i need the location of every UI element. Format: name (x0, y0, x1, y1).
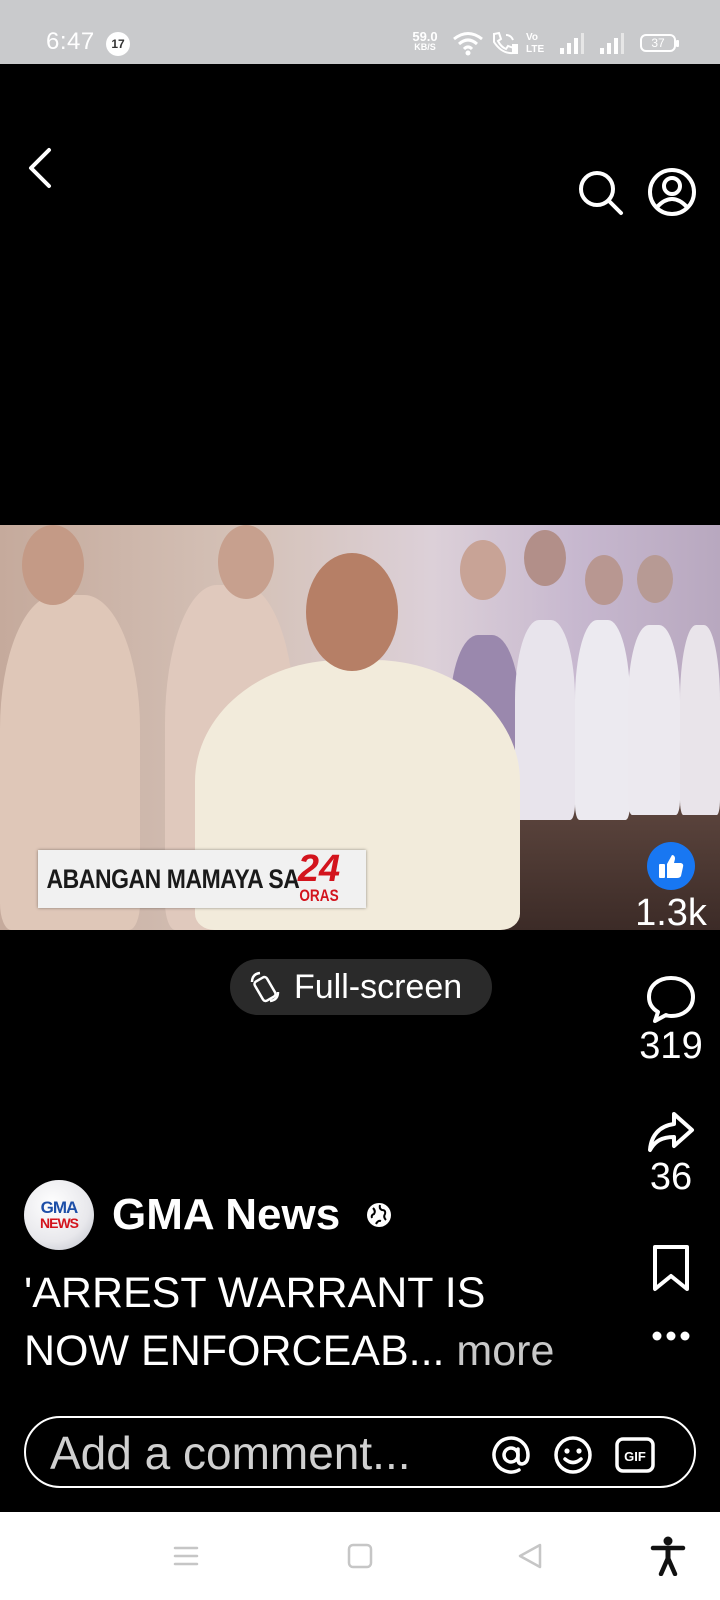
svg-text:LTE: LTE (526, 44, 544, 55)
comment-input[interactable] (50, 1426, 480, 1480)
wifi-calling-icon (493, 31, 518, 55)
home-button[interactable] (346, 1542, 374, 1570)
video-lower-third: ABANGAN MAMAYA SA 24 ORAS (38, 850, 366, 908)
24-oras-logo: 24 ORAS (294, 850, 344, 908)
profile-button[interactable] (646, 166, 698, 218)
caption-more-link[interactable]: more (456, 1327, 554, 1375)
video-player[interactable]: ABANGAN MAMAYA SA 24 ORAS (0, 525, 720, 930)
caption-text: 'ARREST WARRANT IS NOW ENFORCEAB... (24, 1269, 486, 1375)
avatar-line2: NEWS (40, 1215, 79, 1231)
more-icon (652, 1331, 690, 1341)
wifi-icon (453, 32, 483, 56)
author-row[interactable]: GMA NEWS GMA News (24, 1180, 392, 1250)
status-bar: 6:47 17 59.0 KB/S Vo LTE 37 (0, 0, 720, 64)
like-count: 1.3k (635, 892, 707, 934)
signal-icon (600, 33, 624, 54)
bookmark-icon (653, 1245, 689, 1291)
svg-text:Vo: Vo (526, 32, 538, 43)
signal-icon (560, 33, 584, 54)
like-button[interactable]: 1.3k (630, 842, 712, 935)
notification-badge: 17 (106, 32, 130, 56)
svg-text:GIF: GIF (624, 1449, 646, 1464)
mention-icon (492, 1436, 530, 1474)
status-time: 6:47 (46, 28, 95, 55)
back-icon (518, 1543, 542, 1569)
comment-button[interactable]: 319 (630, 975, 712, 1068)
profile-icon (648, 168, 696, 216)
network-speed: 59.0 KB/S (406, 30, 444, 52)
avatar-line1: GMA (40, 1198, 79, 1217)
comment-icon (647, 976, 695, 1023)
post-caption[interactable]: 'ARREST WARRANT IS NOW ENFORCEAB... more (24, 1264, 584, 1380)
comment-count: 319 (639, 1025, 703, 1067)
gif-button[interactable]: GIF (614, 1434, 656, 1476)
fullscreen-label: Full-screen (294, 967, 463, 1006)
like-icon (647, 842, 695, 890)
emoji-button[interactable] (552, 1434, 594, 1476)
author-name[interactable]: GMA News (112, 1190, 340, 1240)
volte-icon: Vo LTE (526, 32, 544, 55)
home-icon (347, 1543, 373, 1569)
share-icon (648, 1112, 694, 1152)
accessibility-icon (650, 1536, 686, 1576)
share-button[interactable]: 36 (630, 1110, 712, 1199)
mention-button[interactable] (490, 1434, 532, 1476)
more-options-button[interactable] (630, 1330, 712, 1342)
menu-icon (173, 1546, 199, 1566)
menu-button[interactable] (172, 1542, 200, 1570)
accessibility-button[interactable] (650, 1536, 686, 1576)
back-button[interactable] (18, 140, 62, 196)
video-overlay-text: ABANGAN MAMAYA SA (46, 863, 300, 894)
battery-icon: 37 (640, 34, 679, 52)
comment-bar: GIF (24, 1416, 696, 1488)
nav-back-button[interactable] (516, 1542, 544, 1570)
logo-text: ORAS (299, 886, 339, 905)
globe-icon (367, 1203, 392, 1227)
logo-number: 24 (297, 848, 341, 890)
emoji-icon (554, 1436, 592, 1474)
share-count: 36 (649, 1156, 693, 1198)
network-speed-unit: KB/S (414, 42, 436, 52)
gif-icon: GIF (615, 1437, 655, 1473)
bookmark-button[interactable] (630, 1244, 712, 1292)
back-arrow-icon (29, 148, 51, 188)
rotate-screen-icon (250, 971, 280, 1003)
fullscreen-button[interactable]: Full-screen (230, 959, 492, 1015)
avatar[interactable]: GMA NEWS (24, 1180, 94, 1250)
search-icon (579, 171, 623, 215)
search-button[interactable] (574, 166, 626, 218)
system-nav-bar (0, 1512, 720, 1600)
